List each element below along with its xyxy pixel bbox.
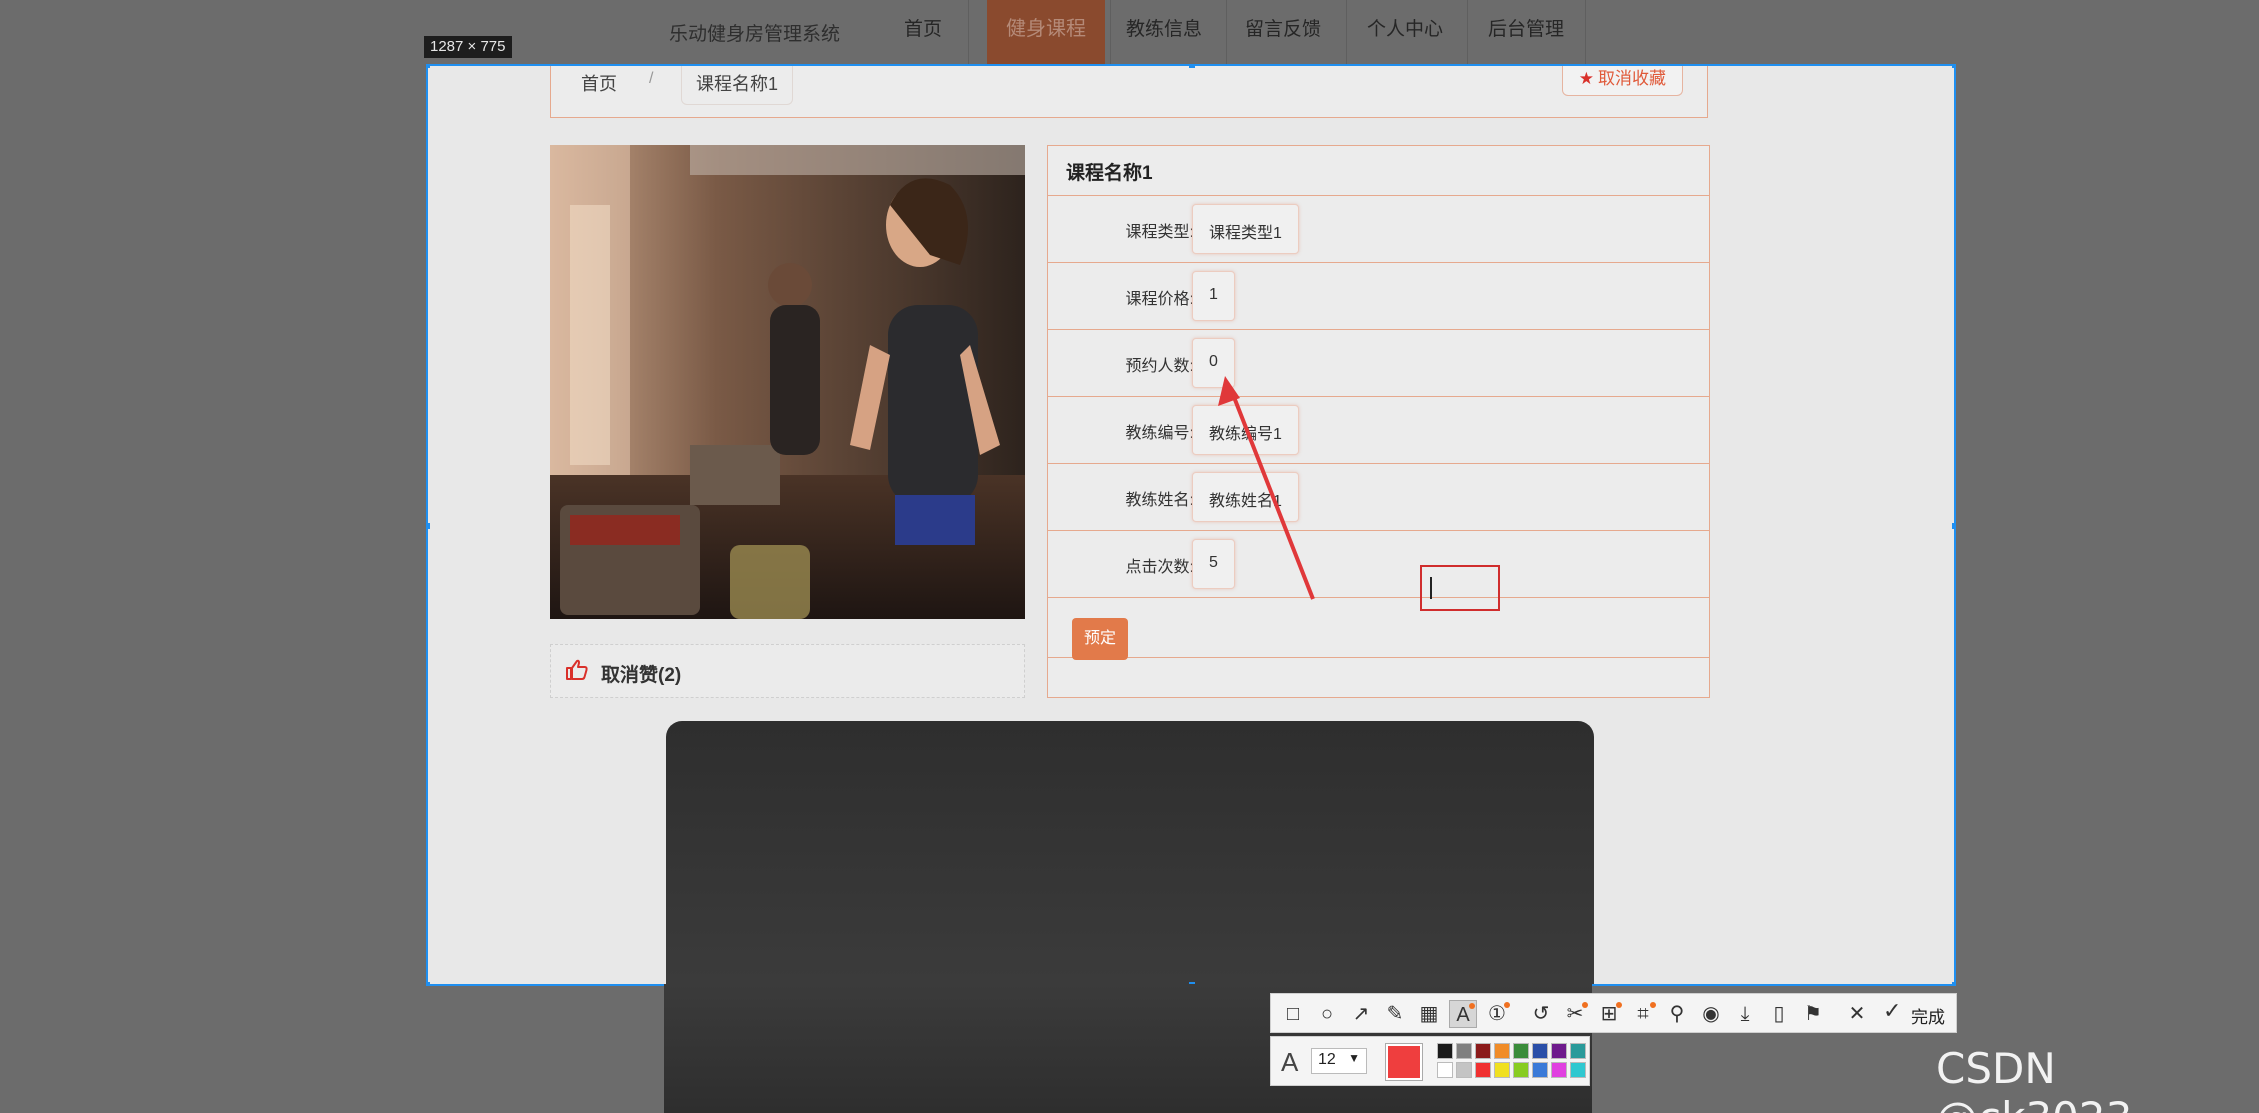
- color-swatch[interactable]: [1532, 1062, 1548, 1078]
- badge-dot: [1616, 1002, 1622, 1008]
- color-swatch[interactable]: [1456, 1043, 1472, 1059]
- rectangle-icon[interactable]: □: [1279, 1000, 1307, 1028]
- color-swatch[interactable]: [1437, 1043, 1453, 1059]
- font-size-select[interactable]: 12 ▼: [1311, 1048, 1367, 1074]
- top-navigation: 乐动健身房管理系统 首页 健身课程 教练信息 留言反馈 个人中心 后台管理: [0, 0, 2259, 76]
- resize-handle[interactable]: [428, 982, 430, 984]
- download-icon[interactable]: ⤓: [1731, 1000, 1759, 1028]
- annotation-toolbar: □ ○ ↗ ✎ ▦ A ① ↺ ✂ ⊞ ⌗ ⚲ ◉ ⤓ ▯ ⚑ ✕ ✓ 完成: [1270, 993, 1957, 1033]
- color-swatch[interactable]: [1437, 1062, 1453, 1078]
- save-icon[interactable]: ▯: [1765, 1000, 1793, 1028]
- color-swatch[interactable]: [1494, 1043, 1510, 1059]
- watermark: CSDN @ck3023: [1936, 1044, 2132, 1113]
- nav-item-courses-label: 健身课程: [1006, 18, 1086, 40]
- done-button[interactable]: 完成: [1911, 1003, 1945, 1028]
- resize-handle[interactable]: [1952, 66, 1954, 68]
- color-swatch[interactable]: [1513, 1043, 1529, 1059]
- nav-divider: [1226, 0, 1227, 64]
- nav-divider: [968, 0, 969, 64]
- color-swatch[interactable]: [1551, 1043, 1567, 1059]
- color-swatch[interactable]: [1456, 1062, 1472, 1078]
- text-icon[interactable]: A: [1449, 1000, 1477, 1028]
- nav-item-courses[interactable]: 健身课程: [987, 0, 1105, 64]
- resize-handle[interactable]: [428, 523, 430, 529]
- nav-item-feedback[interactable]: 留言反馈: [1245, 14, 1321, 41]
- current-color-swatch[interactable]: [1386, 1044, 1422, 1080]
- badge-dot: [1650, 1002, 1656, 1008]
- cut-icon[interactable]: ✂: [1561, 1000, 1589, 1028]
- nav-divider: [1110, 0, 1111, 64]
- nav-item-profile[interactable]: 个人中心: [1367, 14, 1443, 41]
- ellipse-icon[interactable]: ○: [1313, 1000, 1341, 1028]
- nav-divider: [1467, 0, 1468, 64]
- annotation-arrow: [1218, 376, 1315, 600]
- color-swatch[interactable]: [1475, 1062, 1491, 1078]
- nav-divider: [1346, 0, 1347, 64]
- resize-handle[interactable]: [1952, 523, 1954, 529]
- chevron-down-icon: ▼: [1348, 1051, 1360, 1065]
- active-dot: [1469, 1003, 1475, 1009]
- text-style-bar: A 12 ▼: [1270, 1036, 1590, 1086]
- color-swatch[interactable]: [1570, 1062, 1586, 1078]
- capture-region[interactable]: 首页 / 课程名称1 ★ 取消收藏 取消赞(2) 课程名称1 课程类型: 课程类…: [426, 64, 1956, 986]
- site-brand: 乐动健身房管理系统: [669, 24, 841, 45]
- record-icon[interactable]: ◉: [1697, 1000, 1725, 1028]
- close-icon[interactable]: ✕: [1843, 1000, 1871, 1028]
- check-icon[interactable]: ✓: [1883, 998, 1901, 1024]
- resize-handle[interactable]: [1952, 982, 1954, 984]
- color-swatch[interactable]: [1494, 1062, 1510, 1078]
- nav-divider: [1585, 0, 1586, 64]
- resize-handle[interactable]: [1189, 66, 1195, 68]
- color-swatch[interactable]: [1532, 1043, 1548, 1059]
- mosaic-icon[interactable]: ▦: [1415, 1000, 1443, 1028]
- pin-icon[interactable]: ⚲: [1663, 1000, 1691, 1028]
- translate-icon[interactable]: ⊞: [1595, 1000, 1623, 1028]
- font-icon: A: [1281, 1047, 1299, 1077]
- color-swatch[interactable]: [1570, 1043, 1586, 1059]
- resize-handle[interactable]: [428, 66, 430, 68]
- number-icon[interactable]: ①: [1483, 1000, 1511, 1028]
- color-swatch[interactable]: [1513, 1062, 1529, 1078]
- bookmark-icon[interactable]: ⚑: [1799, 1000, 1827, 1028]
- arrow-icon[interactable]: ↗: [1347, 1000, 1375, 1028]
- capture-size-badge: 1287 × 775: [424, 36, 512, 58]
- ocr-icon[interactable]: ⌗: [1629, 1000, 1657, 1028]
- pencil-icon[interactable]: ✎: [1381, 1000, 1409, 1028]
- undo-icon[interactable]: ↺: [1527, 1000, 1555, 1028]
- badge-dot: [1504, 1002, 1510, 1008]
- nav-item-home[interactable]: 首页: [904, 14, 942, 41]
- text-cursor: [1430, 577, 1432, 599]
- color-swatch[interactable]: [1475, 1043, 1491, 1059]
- badge-dot: [1582, 1002, 1588, 1008]
- annotation-text-box[interactable]: [1420, 565, 1500, 611]
- nav-item-admin[interactable]: 后台管理: [1488, 14, 1564, 41]
- font-size-value: 12: [1318, 1051, 1336, 1068]
- nav-item-coaches[interactable]: 教练信息: [1126, 14, 1202, 41]
- color-swatch[interactable]: [1551, 1062, 1567, 1078]
